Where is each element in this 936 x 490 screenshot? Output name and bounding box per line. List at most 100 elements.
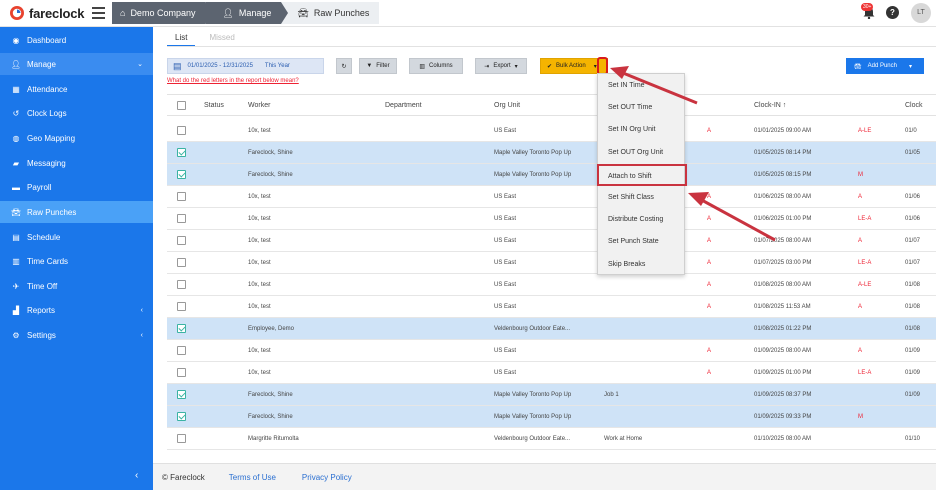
sidebar-item-time-off[interactable]: ✈︎ Time Off — [0, 275, 153, 297]
row-checkbox[interactable] — [177, 214, 186, 223]
column-clock-in[interactable]: Clock-IN ↑ — [754, 102, 786, 109]
red-letters-help-link[interactable]: What do the red letters in the report be… — [167, 78, 299, 84]
cell-clock-out: 01/10 — [905, 436, 921, 442]
cell-code: A-LE — [858, 128, 872, 134]
row-checkbox[interactable] — [177, 280, 186, 289]
row-checkbox[interactable] — [177, 434, 186, 443]
table-row[interactable]: 10x, test US East A 01/06/2025 01:00 PM LE-A… — [167, 208, 936, 230]
sidebar-item-messaging[interactable]: ▰ Messaging — [0, 152, 153, 174]
table-row[interactable]: Fareclock, Shine Maple Valley Toronto Pop… — [167, 406, 936, 428]
sidebar-item-reports[interactable]: ▟ Reports ‹ — [0, 299, 153, 321]
sidebar-item-time-cards[interactable]: ▥ Time Cards — [0, 250, 153, 272]
brand-logo[interactable]: fareclock — [9, 5, 84, 21]
cell-clock-in: 01/07/2025 08:00 AM — [754, 238, 812, 244]
row-checkbox[interactable] — [177, 148, 186, 157]
select-all-checkbox[interactable] — [177, 101, 186, 110]
sidebar-item-raw-punches[interactable]: 🚘︎ Raw Punches — [0, 201, 153, 223]
cell-org-unit: Maple Valley Toronto Pop Up — [494, 150, 572, 156]
cell-code: LE-A — [858, 370, 872, 376]
column-clock-out[interactable]: Clock — [905, 102, 923, 109]
user-icon: 👤︎ — [222, 7, 234, 18]
sidebar-item-manage[interactable]: 👤︎ Manage ⌄ — [0, 53, 153, 75]
menu-item-skip-breaks[interactable]: Skip Breaks — [598, 254, 684, 276]
row-checkbox[interactable] — [177, 302, 186, 311]
breadcrumb-company[interactable]: ⌂ Demo Company — [112, 2, 213, 24]
table-row[interactable]: Fareclock, Shine Maple Valley Toronto Pop… — [167, 164, 936, 186]
table-row[interactable]: 10x, test US East A 01/09/2025 08:00 AM A 01/… — [167, 340, 936, 362]
table-row[interactable]: 10x, test US East A 01/07/2025 08:00 AM A 01/… — [167, 230, 936, 252]
hamburger-menu-icon[interactable] — [92, 7, 105, 19]
table-row[interactable]: 10x, test US East A 01/08/2025 11:53 AM A 01/… — [167, 296, 936, 318]
menu-item-distribute-costing[interactable]: Distribute Costing — [598, 209, 684, 231]
cell-code: A-LE — [858, 282, 872, 288]
gauge-icon: ◉ — [12, 35, 20, 45]
row-checkbox[interactable] — [177, 258, 186, 267]
terms-link[interactable]: Terms of Use — [229, 473, 276, 482]
help-icon[interactable]: ? — [886, 6, 899, 19]
menu-item-set-out-org-unit[interactable]: Set OUT Org Unit — [598, 142, 684, 164]
table-row[interactable]: Margritte Ritumolta Veldenbourg Outdoor E… — [167, 428, 936, 450]
cell-clock-in: 01/10/2025 08:00 AM — [754, 436, 812, 442]
menu-item-attach-to-shift[interactable]: Attach to Shift — [597, 164, 687, 186]
breadcrumb-manage[interactable]: 👤︎ Manage — [205, 2, 289, 24]
column-department[interactable]: Department — [385, 102, 422, 109]
menu-item-set-out-time[interactable]: Set OUT Time — [598, 97, 684, 119]
row-checkbox[interactable] — [177, 192, 186, 201]
row-checkbox[interactable] — [177, 390, 186, 399]
table-row[interactable]: Employee, Demo Veldenbourg Outdoor Eate..… — [167, 318, 936, 340]
menu-item-set-in-time[interactable]: Set IN Time — [598, 75, 684, 97]
date-range-picker[interactable]: ▤ 01/01/2025 - 12/31/2025 This Year — [167, 58, 324, 74]
row-checkbox[interactable] — [177, 368, 186, 377]
row-checkbox[interactable] — [177, 170, 186, 179]
cell-code: A — [858, 238, 863, 244]
table-row[interactable]: 10x, test US East A 01/09/2025 01:00 PM LE-A… — [167, 362, 936, 384]
chevron-left-icon: ‹ — [140, 331, 143, 339]
add-punch-button[interactable]: 🚘︎ Add Punch ▾ — [846, 58, 924, 74]
sidebar-item-geo-mapping[interactable]: ◍ Geo Mapping — [0, 127, 153, 149]
privacy-link[interactable]: Privacy Policy — [302, 473, 352, 482]
menu-item-set-in-org-unit[interactable]: Set IN Org Unit — [598, 119, 684, 141]
row-checkbox[interactable] — [177, 126, 186, 135]
menu-item-set-punch-state[interactable]: Set Punch State — [598, 231, 684, 253]
column-status[interactable]: Status — [204, 102, 224, 109]
avatar[interactable]: LT — [911, 3, 931, 23]
cell-worker: Fareclock, Shine — [248, 150, 293, 156]
cell-worker: 10x, test — [248, 348, 271, 354]
row-checkbox[interactable] — [177, 346, 186, 355]
sidebar-item-clock-logs[interactable]: ↺ Clock Logs — [0, 102, 153, 124]
sidebar-item-settings[interactable]: ⚙︎ Settings ‹ — [0, 324, 153, 346]
sidebar-item-dashboard[interactable]: ◉ Dashboard — [0, 29, 153, 51]
table-row[interactable]: 10x, test US East A 01/01/2025 09:00 AM A-LE… — [167, 120, 936, 142]
table-row[interactable]: 10x, test US East A 01/06/2025 08:00 AM A 01/… — [167, 186, 936, 208]
cell-worker: 10x, test — [248, 216, 271, 222]
cell-org-unit: US East — [494, 304, 517, 310]
refresh-button[interactable]: ↻ — [336, 58, 352, 74]
tab-list[interactable]: List — [167, 31, 196, 47]
sidebar-item-payroll[interactable]: ▬ Payroll — [0, 176, 153, 198]
menu-item-set-shift-class[interactable]: Set Shift Class — [598, 187, 684, 209]
export-button[interactable]: ⇥ Export ▾ — [475, 58, 527, 74]
cell-org-unit: Veldenbourg Outdoor Eate... — [494, 326, 571, 332]
cell-worker: 10x, test — [248, 370, 271, 376]
table-row[interactable]: Fareclock, Shine Maple Valley Toronto Pop… — [167, 384, 936, 406]
table-row[interactable]: 10x, test US East A 01/08/2025 08:00 AM A-LE… — [167, 274, 936, 296]
row-checkbox[interactable] — [177, 236, 186, 245]
sidebar-item-schedule[interactable]: ▤ Schedule — [0, 226, 153, 248]
columns-button[interactable]: ▥ Columns — [409, 58, 463, 74]
caret-down-icon: ▾ — [514, 63, 518, 70]
table-row[interactable]: Fareclock, Shine Maple Valley Toronto Pop… — [167, 142, 936, 164]
tab-missed[interactable]: Missed — [209, 31, 234, 47]
sidebar-item-attendance[interactable]: ▦ Attendance — [0, 78, 153, 100]
table-row[interactable]: 10x, test US East A 01/07/2025 03:00 PM LE-A… — [167, 252, 936, 274]
filter-button[interactable]: ▼ Filter — [359, 58, 397, 74]
chart-icon: ▟ — [12, 305, 20, 315]
attendance-icon: ▦ — [12, 84, 20, 94]
sidebar-collapse-icon[interactable]: ‹ — [135, 470, 138, 481]
column-org-unit[interactable]: Org Unit — [494, 102, 520, 109]
column-worker[interactable]: Worker — [248, 102, 270, 109]
cell-org-unit: US East — [494, 370, 517, 376]
row-checkbox[interactable] — [177, 412, 186, 421]
row-checkbox[interactable] — [177, 324, 186, 333]
cell-worker: 10x, test — [248, 128, 271, 134]
check-icon: ✔ — [547, 63, 553, 70]
